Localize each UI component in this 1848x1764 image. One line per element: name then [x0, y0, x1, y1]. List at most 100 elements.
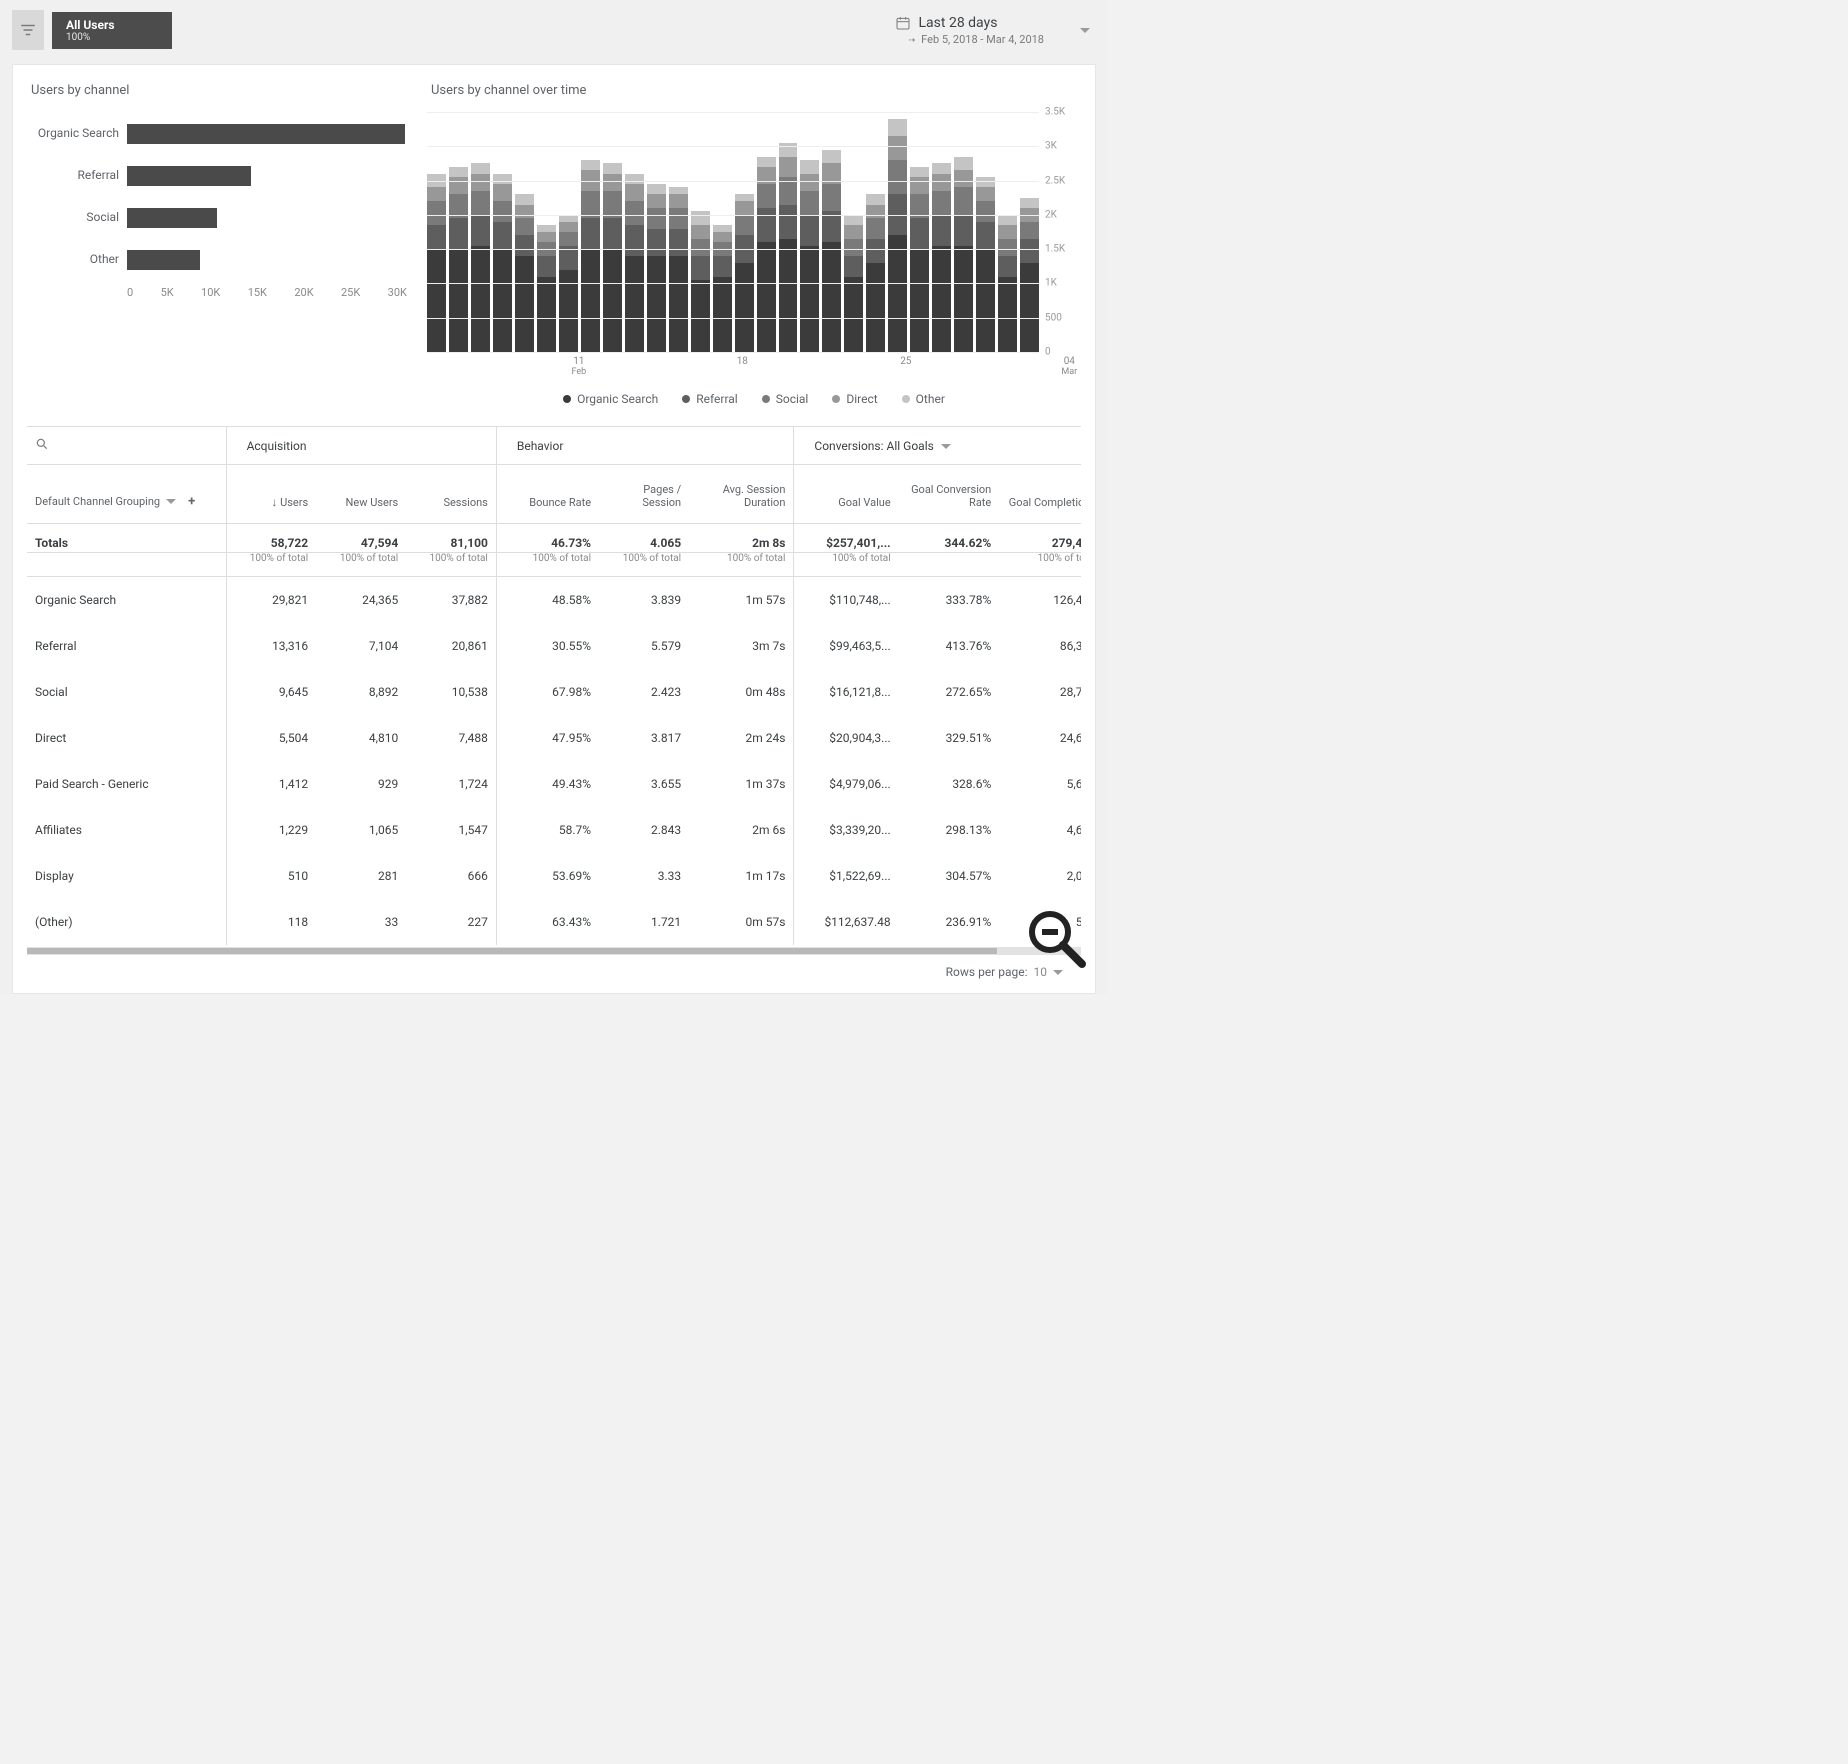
table-row[interactable]: Direct5,5044,8107,48847.95%3.8172m 24s$2… [27, 715, 1081, 761]
hbar-track [127, 121, 407, 145]
xaxis-tick: 15K [248, 286, 267, 299]
data-cell: 1,547 [406, 807, 496, 853]
segment-sub: 100% [66, 32, 160, 43]
stacked-column [822, 150, 841, 352]
totals-cell: 46.73% [496, 524, 599, 553]
chevron-down-icon[interactable] [1080, 28, 1090, 33]
legend-item[interactable]: Direct [832, 392, 877, 406]
rows-per-page-value[interactable]: 10 [1034, 965, 1048, 979]
stacked-column [888, 119, 907, 352]
legend-item[interactable]: Social [762, 392, 809, 406]
column-segment [779, 205, 798, 239]
column-segment [559, 215, 578, 222]
column-segment [669, 256, 688, 352]
column-header[interactable]: ↓ Users [226, 465, 316, 524]
column-segment [647, 194, 666, 208]
table-row[interactable]: Display51028166653.69%3.331m 17s$1,522,6… [27, 853, 1081, 899]
column-segment [537, 225, 556, 232]
data-cell: $16,121,8... [794, 669, 899, 715]
data-cell: 2.843 [599, 807, 689, 853]
column-header[interactable]: Sessions [406, 465, 496, 524]
filter-icon [19, 21, 37, 39]
xaxis-tick: 20K [294, 286, 313, 299]
column-segment [998, 215, 1017, 225]
hbar-row: Organic Search [35, 112, 407, 154]
table-row[interactable]: (Other)1183322763.43%1.7210m 57s$112,637… [27, 899, 1081, 945]
column-segment [1020, 208, 1039, 222]
legend-swatch [902, 395, 910, 403]
column-header[interactable]: Goal Value [794, 465, 899, 524]
dimension-header[interactable]: Default Channel Grouping + [27, 465, 226, 524]
column-header[interactable]: Goal Completions [999, 465, 1081, 524]
hbar-row: Social [35, 196, 407, 238]
column-segment [625, 184, 644, 201]
column-segment [493, 249, 512, 352]
yaxis-tick: 3.5K [1045, 107, 1081, 118]
stacked-column [493, 174, 512, 352]
column-segment [779, 177, 798, 204]
column-header[interactable]: Pages / Session [599, 465, 689, 524]
column-header[interactable]: Goal Conversion Rate [899, 465, 1000, 524]
filter-button[interactable] [12, 10, 44, 50]
legend-item[interactable]: Organic Search [563, 392, 658, 406]
hbar-category: Social [35, 210, 127, 224]
legend-item[interactable]: Referral [682, 392, 738, 406]
horizontal-scrollbar[interactable] [27, 947, 1081, 955]
segment-chip[interactable]: All Users 100% [52, 12, 172, 49]
add-dimension-button[interactable]: + [182, 494, 195, 509]
chevron-down-icon[interactable] [1053, 970, 1063, 975]
data-cell: 2,030 [999, 853, 1081, 899]
table-row[interactable]: Affiliates1,2291,0651,54758.7%2.8432m 6s… [27, 807, 1081, 853]
column-segment [844, 215, 863, 225]
hbar-category: Organic Search [35, 126, 127, 140]
column-segment [998, 239, 1017, 256]
totals-sub-cell: 100% of total [689, 553, 794, 577]
table-row[interactable]: Organic Search29,82124,36537,88248.58%3.… [27, 577, 1081, 624]
totals-sub-cell: 100% of total [999, 553, 1081, 577]
column-segment [932, 174, 951, 191]
stacked-column [603, 163, 622, 352]
hbar-category: Other [35, 252, 127, 266]
legend-label: Other [916, 392, 945, 406]
column-header[interactable]: Avg. Session Duration [689, 465, 794, 524]
column-segment [625, 225, 644, 256]
table-scroll[interactable]: Acquisition Behavior Conversions: All Go… [27, 426, 1081, 955]
data-cell: 3m 7s [689, 623, 794, 669]
column-segment [625, 256, 644, 352]
column-segment [1020, 198, 1039, 208]
data-cell: 329.51% [899, 715, 1000, 761]
table-search[interactable] [27, 427, 226, 465]
data-cell: 1m 37s [689, 761, 794, 807]
scrollbar-thumb[interactable] [27, 948, 997, 954]
data-cell: 1,724 [406, 761, 496, 807]
legend-label: Direct [846, 392, 877, 406]
legend-item[interactable]: Other [902, 392, 945, 406]
column-header[interactable]: Bounce Rate [496, 465, 599, 524]
table-row[interactable]: Social9,6458,89210,53867.98%2.4230m 48s$… [27, 669, 1081, 715]
group-conversions[interactable]: Conversions: All Goals [794, 427, 1081, 465]
data-cell: 5.579 [599, 623, 689, 669]
column-segment [691, 280, 710, 352]
stacked-column [779, 143, 798, 352]
date-range-picker[interactable]: Last 28 days ⇢ Feb 5, 2018 - Mar 4, 2018 [895, 15, 1068, 46]
table-row[interactable]: Referral13,3167,10420,86130.55%5.5793m 7… [27, 623, 1081, 669]
totals-sub-cell: 100% of total [599, 553, 689, 577]
data-cell: 5,504 [226, 715, 316, 761]
column-segment [625, 174, 644, 184]
compare-icon: ⇢ [909, 33, 916, 46]
data-cell: 0m 48s [689, 669, 794, 715]
legend-swatch [832, 395, 840, 403]
column-header[interactable]: New Users [316, 465, 406, 524]
data-cell: 126,444 [999, 577, 1081, 624]
column-segment [647, 229, 666, 256]
column-segment [800, 174, 819, 191]
dimension-cell: Affiliates [27, 807, 226, 853]
table-row[interactable]: Paid Search - Generic1,4129291,72449.43%… [27, 761, 1081, 807]
column-segment [493, 201, 512, 222]
pager: Rows per page: 10 [27, 955, 1081, 983]
yaxis-tick: 1.5K [1045, 244, 1081, 255]
data-cell: 24,365 [316, 577, 406, 624]
data-table: Acquisition Behavior Conversions: All Go… [27, 426, 1081, 945]
dimension-cell: Social [27, 669, 226, 715]
date-label: Last 28 days [919, 15, 998, 31]
